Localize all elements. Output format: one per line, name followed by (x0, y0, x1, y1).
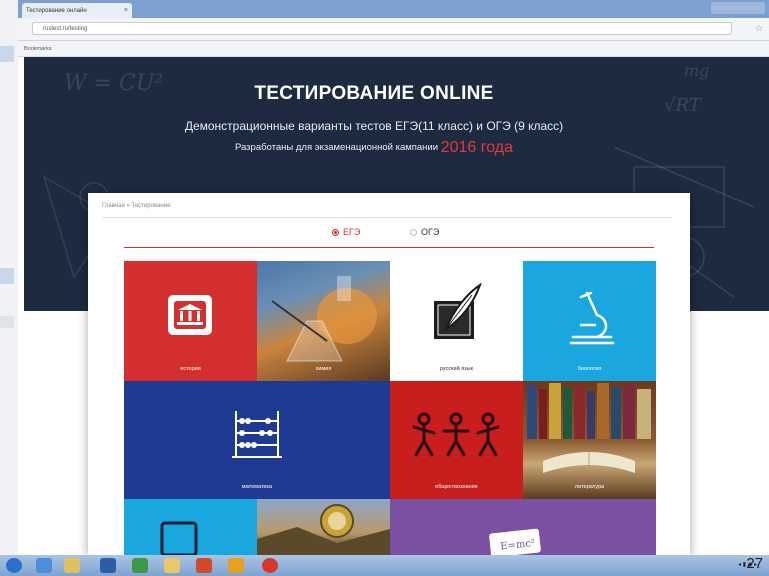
tab-bar: Тестирование онлайн × (18, 0, 769, 18)
bookmark-item[interactable]: Bookmarks (24, 46, 52, 52)
desktop-icon[interactable] (0, 316, 14, 328)
subject-tile-literature[interactable]: литература (523, 381, 656, 499)
window-controls[interactable] (711, 2, 765, 14)
hero-year: 2016 года (440, 139, 513, 156)
hero-subtitle: Демонстрационные варианты тестов ЕГЭ(11 … (184, 119, 564, 133)
page-number: 27 (746, 555, 763, 572)
divider (102, 217, 672, 218)
compass-photo (257, 504, 390, 555)
page-title: ТЕСТИРОВАНИЕ ONLINE (254, 83, 494, 104)
tile-label: химия (315, 366, 332, 372)
subject-tile-geography[interactable] (257, 499, 390, 555)
bookmarks-bar: Bookmarks (18, 41, 769, 57)
books-photo (527, 383, 651, 473)
radio-dot-icon (410, 228, 417, 236)
radio-ege[interactable]: ЕГЭ (332, 227, 360, 237)
word-icon[interactable] (100, 558, 116, 573)
subject-grid: история химия русский язык биология мате… (124, 261, 656, 555)
browser-tab[interactable]: Тестирование онлайн × (22, 3, 132, 18)
tile-label: биология (577, 366, 602, 372)
subject-tile-russian[interactable]: русский язык (390, 261, 523, 381)
desktop-icon[interactable] (0, 268, 14, 284)
subject-tile-physics[interactable]: E=mc² (390, 499, 656, 555)
museum-icon (168, 295, 212, 335)
tile-label: русский язык (439, 366, 474, 372)
browser-window: Тестирование онлайн × rustest.ru/testing… (18, 0, 769, 555)
subject-tile-informatics[interactable] (124, 499, 257, 555)
formula-icon: E=mc² (489, 528, 541, 555)
exam-toggle: ЕГЭ ОГЭ (88, 227, 690, 243)
breadcrumb[interactable]: Главная » Тестирование (102, 203, 170, 209)
close-icon[interactable]: × (124, 7, 128, 14)
address-bar: rustest.ru/testing ☆ (18, 18, 769, 41)
left-desktop-strip (0, 0, 19, 576)
folder-icon[interactable] (164, 558, 180, 573)
chrome-icon[interactable] (262, 558, 278, 573)
divider (124, 247, 654, 248)
hero-subtitle-2: Разработаны для экзаменационной кампании… (24, 139, 724, 157)
feather-book-icon (434, 283, 482, 339)
desktop-icon[interactable] (0, 46, 14, 62)
app-icon[interactable] (228, 558, 244, 573)
flask-photo (271, 276, 377, 362)
url-input[interactable]: rustest.ru/testing (32, 22, 732, 35)
subject-tile-social[interactable]: обществознание (390, 381, 523, 499)
tab-title: Тестирование онлайн (26, 7, 87, 14)
tile-label: математика (241, 484, 273, 490)
radio-dot-icon (332, 228, 339, 236)
tile-label: история (180, 366, 201, 372)
subject-tile-math[interactable]: математика (124, 381, 390, 499)
ie-icon[interactable] (36, 558, 52, 573)
radio-oge[interactable]: ОГЭ (410, 227, 439, 237)
tests-card: Главная » Тестирование ЕГЭ ОГЭ история х… (88, 193, 690, 555)
radio-label: ЕГЭ (343, 227, 361, 237)
tablet-icon (160, 521, 198, 555)
excel-icon[interactable] (132, 558, 148, 573)
radio-label: ОГЭ (421, 227, 440, 237)
people-icon (412, 412, 500, 457)
powerpoint-icon[interactable] (196, 558, 212, 573)
subject-tile-biology[interactable]: биология (523, 261, 656, 381)
media-icon[interactable] (64, 558, 80, 573)
subject-tile-history[interactable]: история (124, 261, 257, 381)
chalk-formula: mg (684, 61, 710, 80)
hero-subtitle-2-text: Разработаны для экзаменационной кампании (234, 142, 439, 153)
microscope-icon (569, 291, 615, 345)
star-icon[interactable]: ☆ (755, 23, 763, 34)
start-icon[interactable] (6, 558, 22, 573)
abacus-icon (232, 411, 282, 458)
tile-label: литература (574, 484, 605, 490)
tile-label: обществознание (435, 484, 478, 490)
subject-tile-chemistry[interactable]: химия (257, 261, 390, 381)
taskbar: ◂ ▮ ◆ ▸ (0, 555, 769, 576)
